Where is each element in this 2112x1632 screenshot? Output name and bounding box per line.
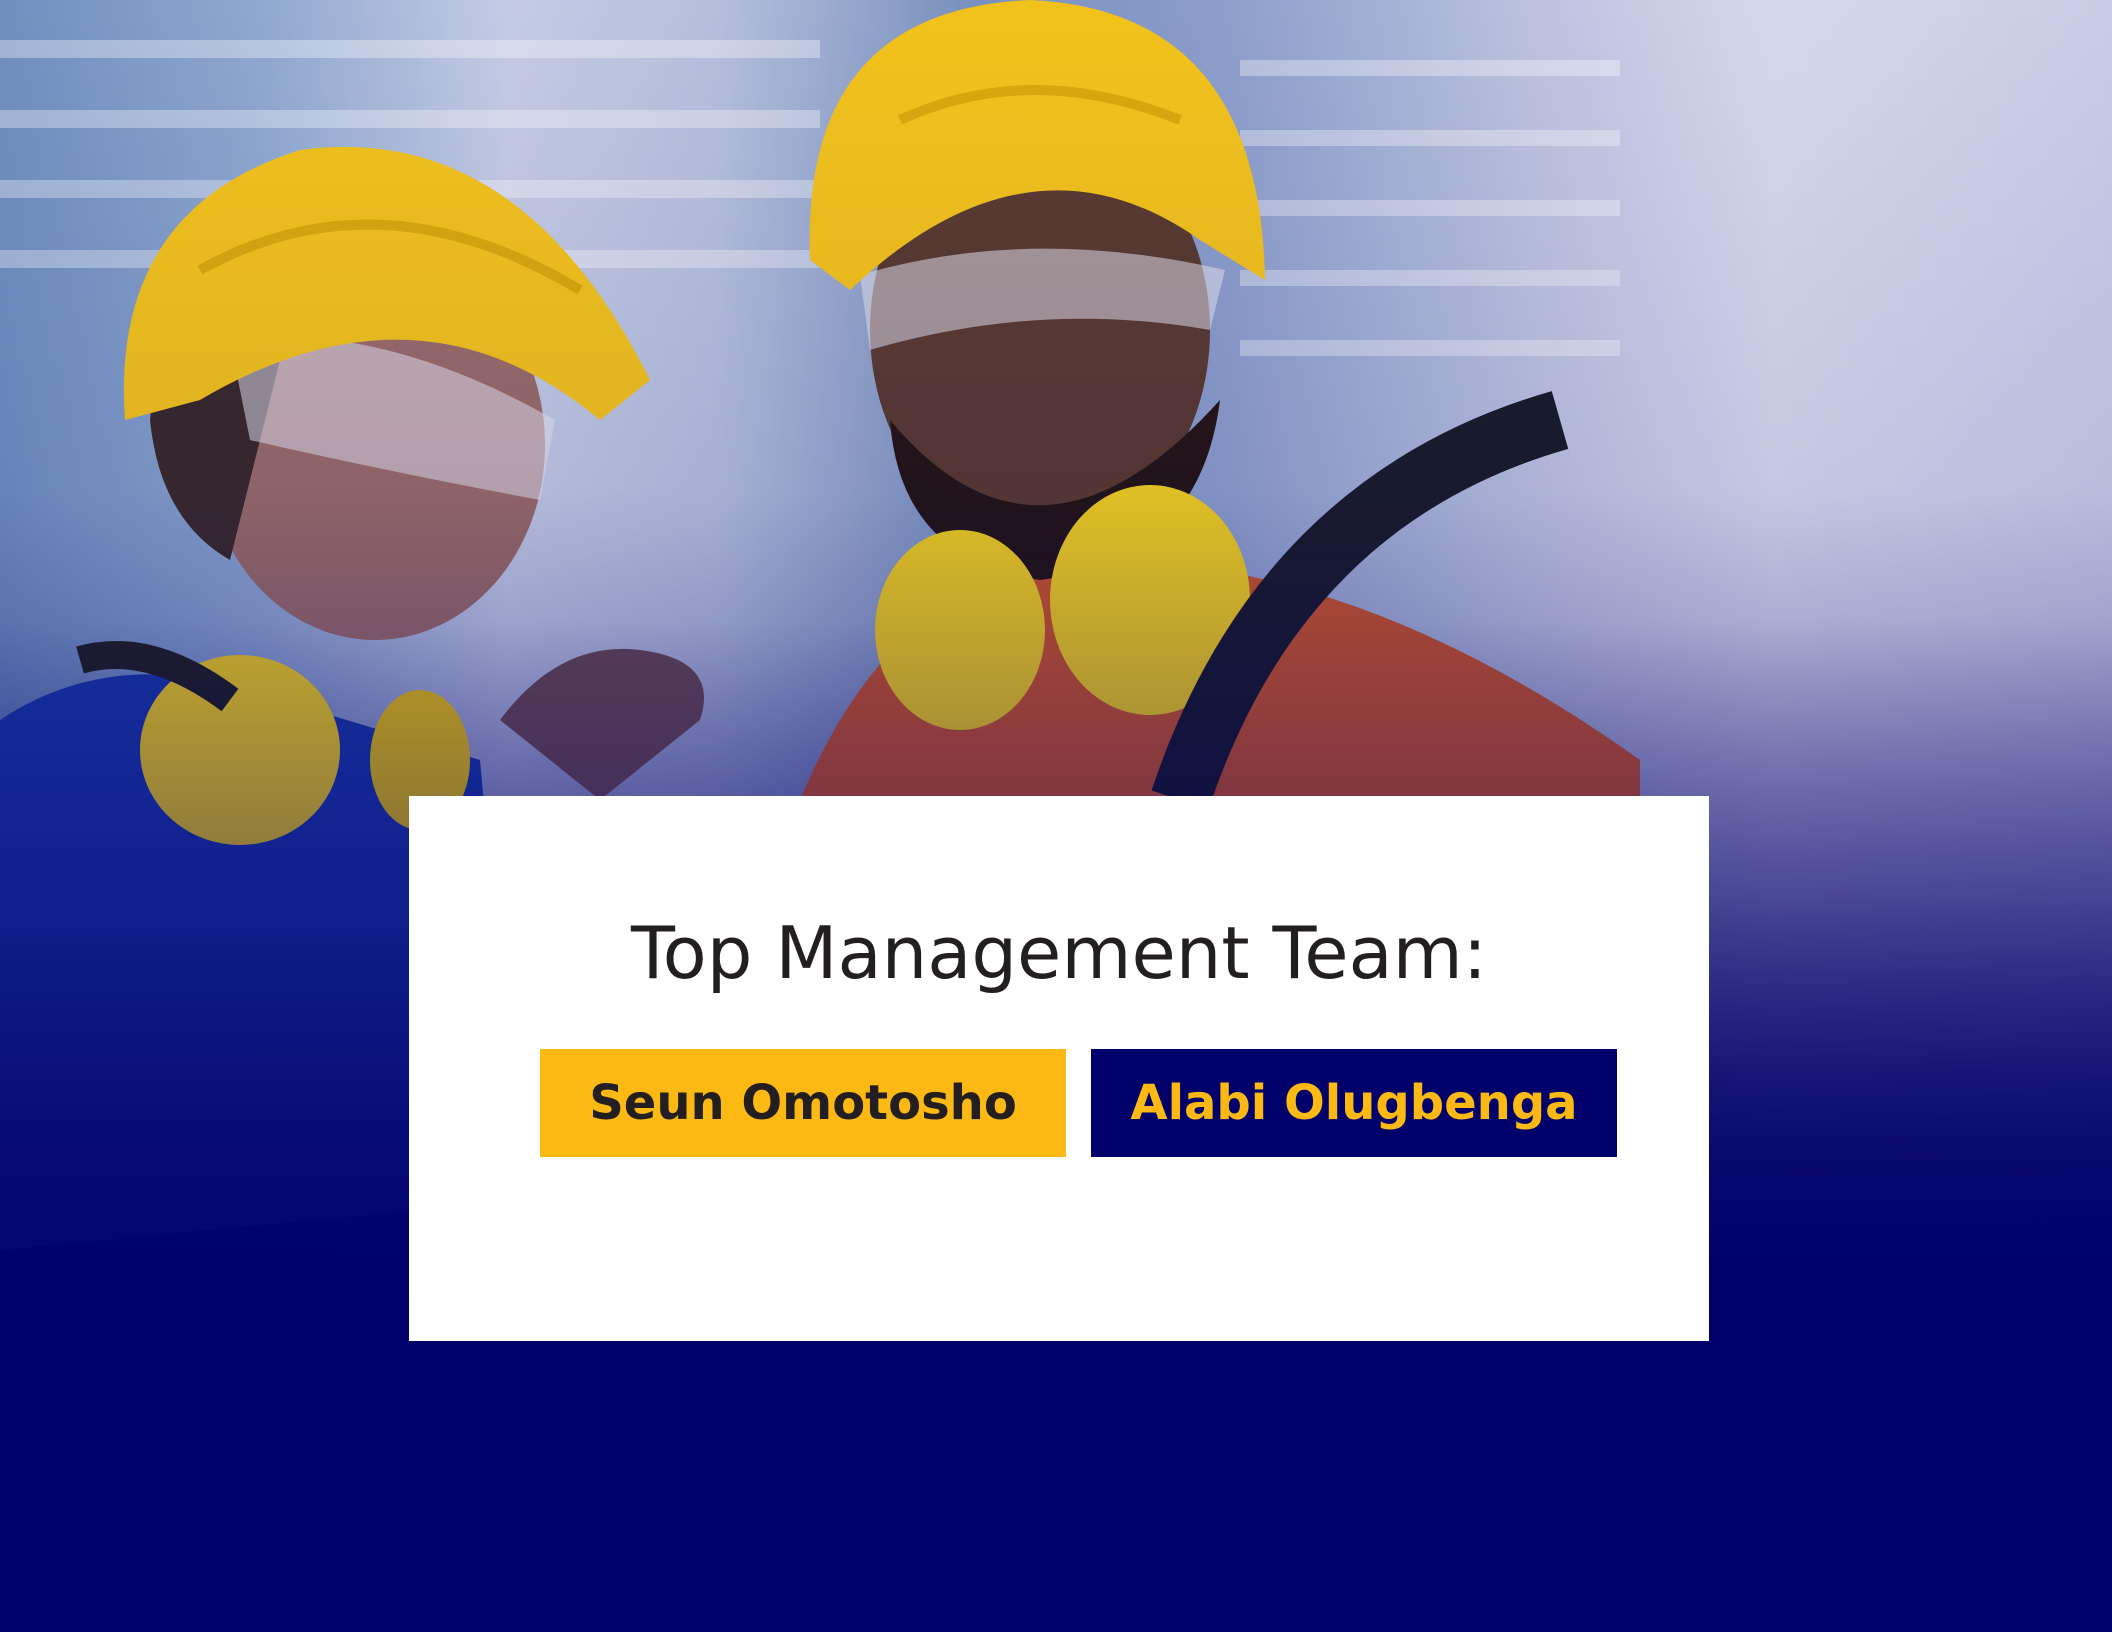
member-name-box-1: Seun Omotosho <box>540 1049 1066 1157</box>
card-title: Top Management Team: <box>630 911 1488 995</box>
management-card: Top Management Team: Seun Omotosho Alabi… <box>409 796 1709 1341</box>
member-name-1: Seun Omotosho <box>589 1075 1017 1131</box>
member-name-2: Alabi Olugbenga <box>1130 1075 1578 1131</box>
member-name-box-2: Alabi Olugbenga <box>1091 1049 1617 1157</box>
page: Top Management Team: Seun Omotosho Alabi… <box>0 0 2112 1632</box>
